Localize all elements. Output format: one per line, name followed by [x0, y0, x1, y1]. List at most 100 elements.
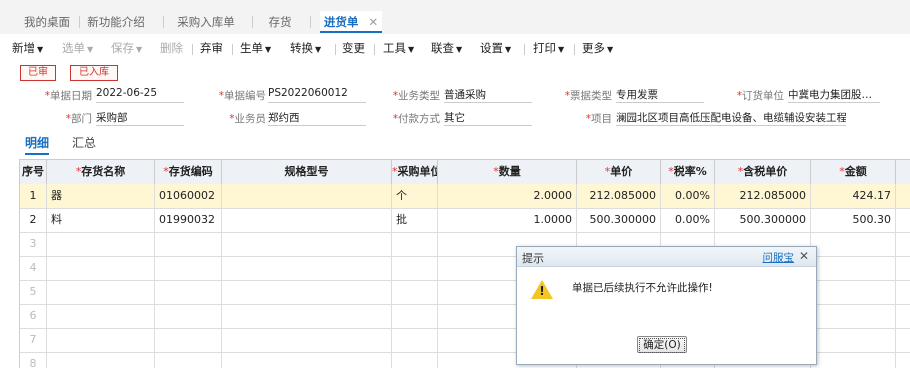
cell-qty[interactable]: 1.0000: [438, 208, 577, 232]
cell-taxprice[interactable]: 212.085000: [715, 184, 811, 208]
tab-purchase-order[interactable]: 进货单 ✕: [320, 11, 382, 33]
cell-unit[interactable]: [392, 352, 438, 368]
cell-taxprice[interactable]: 500.300000: [715, 208, 811, 232]
doc-no-field[interactable]: PS2022060012: [268, 87, 366, 103]
more-button[interactable]: 更多 ▼: [582, 40, 613, 56]
cell-code[interactable]: [155, 304, 222, 328]
cell-name[interactable]: [47, 256, 155, 280]
cell-price[interactable]: 500.300000: [577, 208, 661, 232]
cell-unit[interactable]: [392, 232, 438, 256]
cell-unit[interactable]: [392, 280, 438, 304]
print-button[interactable]: 打印 ▼: [533, 40, 564, 56]
staff-label-text: 业务员: [234, 113, 267, 125]
cell-amount[interactable]: [811, 304, 896, 328]
cell-amount[interactable]: [811, 232, 896, 256]
col-name[interactable]: *存货名称: [47, 160, 155, 184]
query-button[interactable]: 联查 ▼: [431, 40, 462, 56]
convert-button[interactable]: 转换 ▼: [290, 40, 321, 56]
cell-spec[interactable]: [222, 304, 392, 328]
cell-spec[interactable]: [222, 328, 392, 352]
close-icon[interactable]: ✕: [799, 249, 809, 263]
cell-code[interactable]: 01060002: [155, 184, 222, 208]
table-row[interactable]: 2 料 01990032 批 1.0000 500.300000 0.00% 5…: [20, 208, 910, 233]
cell-unit[interactable]: 个: [392, 184, 438, 208]
invoice-type-field[interactable]: 专用发票: [616, 87, 704, 103]
cell-spec[interactable]: [222, 208, 392, 232]
payment-field[interactable]: 其它: [444, 110, 532, 126]
cell-unit[interactable]: [392, 256, 438, 280]
new-button[interactable]: 新增 ▼: [12, 40, 43, 56]
cell-unit[interactable]: 批: [392, 208, 438, 232]
cell-unit[interactable]: [392, 328, 438, 352]
ok-button-label: 确定(O): [639, 338, 685, 353]
col-spec[interactable]: 规格型号: [222, 160, 392, 184]
supplier-field[interactable]: 中冀电力集团股…: [788, 87, 880, 103]
dialog-titlebar[interactable]: 提示 问服宝 ✕: [517, 247, 816, 267]
table-row[interactable]: 1 器 01060002 个 2.0000 212.085000 0.00% 2…: [20, 184, 910, 209]
cell-price[interactable]: 212.085000: [577, 184, 661, 208]
generate-button[interactable]: 生单 ▼: [240, 40, 271, 56]
cell-amount[interactable]: [811, 256, 896, 280]
cell-amount[interactable]: [811, 352, 896, 368]
cell-name[interactable]: [47, 304, 155, 328]
change-button[interactable]: 变更: [342, 40, 365, 56]
payment-label-text: 付款方式: [398, 113, 440, 125]
cell-tax[interactable]: 0.00%: [661, 184, 715, 208]
cell-qty[interactable]: 2.0000: [438, 184, 577, 208]
tab-summary[interactable]: 汇总: [72, 134, 96, 151]
delete-button[interactable]: 删除: [160, 40, 183, 56]
cell-name[interactable]: [47, 328, 155, 352]
staff-field[interactable]: 郑约西: [268, 110, 366, 126]
tools-button[interactable]: 工具 ▼: [383, 40, 414, 56]
cell-spec[interactable]: [222, 256, 392, 280]
cell-code[interactable]: [155, 256, 222, 280]
cell-code[interactable]: [155, 352, 222, 368]
cell-code[interactable]: [155, 280, 222, 304]
cell-amount[interactable]: 500.30: [811, 208, 896, 232]
tab-purchase-receipt[interactable]: 采购入库单: [172, 11, 240, 33]
col-tax[interactable]: *税率%: [661, 160, 715, 184]
cell-code[interactable]: [155, 232, 222, 256]
unaudit-button[interactable]: 弃审: [200, 40, 223, 56]
dept-field[interactable]: 采购部: [96, 110, 184, 126]
col-unit[interactable]: *采购单位: [392, 160, 438, 184]
help-link[interactable]: 问服宝: [763, 250, 795, 265]
col-amount[interactable]: *金额: [811, 160, 896, 184]
settings-button[interactable]: 设置 ▼: [480, 40, 511, 56]
cell-name[interactable]: [47, 352, 155, 368]
tab-new-features[interactable]: 新功能介绍: [84, 11, 148, 33]
ok-button[interactable]: 确定(O): [637, 336, 687, 353]
cell-amount[interactable]: [811, 328, 896, 352]
cell-unit[interactable]: [392, 304, 438, 328]
save-button[interactable]: 保存 ▼: [111, 40, 142, 56]
audited-stamp: 已审: [20, 65, 56, 81]
close-icon[interactable]: ✕: [368, 15, 378, 29]
cell-spec[interactable]: [222, 232, 392, 256]
cell-name[interactable]: [47, 232, 155, 256]
cell-name[interactable]: 料: [47, 208, 155, 232]
cell-spec[interactable]: [222, 280, 392, 304]
tab-detail[interactable]: 明细: [25, 134, 50, 155]
date-field[interactable]: 2022-06-25: [96, 87, 184, 103]
tab-inventory[interactable]: 存货: [262, 11, 298, 33]
cell-code[interactable]: 01990032: [155, 208, 222, 232]
col-code[interactable]: *存货编码: [155, 160, 222, 184]
row-index: 8: [20, 352, 47, 368]
cell-code[interactable]: [155, 328, 222, 352]
cell-amount[interactable]: 424.17: [811, 184, 896, 208]
cell-amount[interactable]: [811, 280, 896, 304]
tab-desktop[interactable]: 我的桌面: [18, 11, 76, 33]
col-taxprice[interactable]: *含税单价: [715, 160, 811, 184]
project-field[interactable]: 澜园北区项目高低压配电设备、电缆辅设安装工程: [616, 110, 846, 126]
cell-spec[interactable]: [222, 352, 392, 368]
select-button[interactable]: 选单 ▼: [62, 40, 93, 56]
biz-type-label-text: 业务类型: [398, 90, 440, 102]
row-index: 6: [20, 304, 47, 328]
col-price[interactable]: *单价: [577, 160, 661, 184]
col-qty[interactable]: *数量: [438, 160, 577, 184]
cell-name[interactable]: 器: [47, 184, 155, 208]
cell-name[interactable]: [47, 280, 155, 304]
biz-type-field[interactable]: 普通采购: [444, 87, 532, 103]
cell-spec[interactable]: [222, 184, 392, 208]
cell-tax[interactable]: 0.00%: [661, 208, 715, 232]
